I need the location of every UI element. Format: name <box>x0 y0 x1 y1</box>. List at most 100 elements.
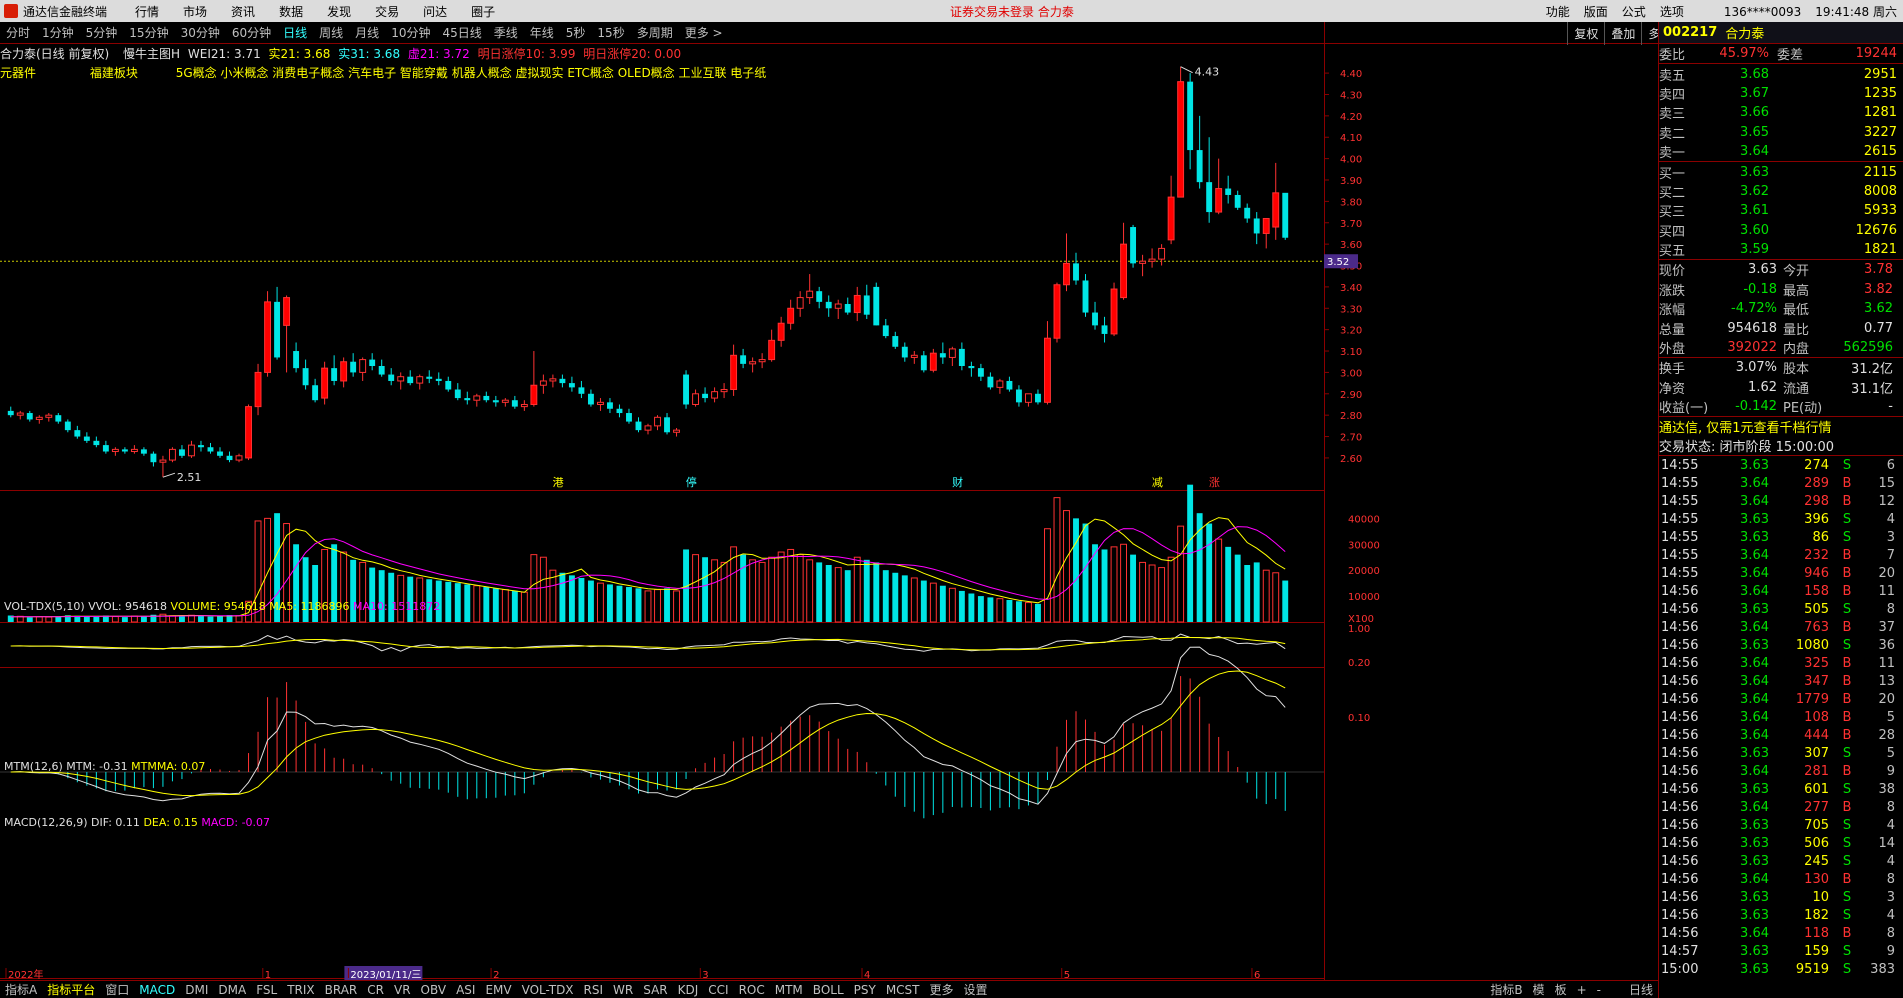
weibi-label: 委比 <box>1659 48 1686 64</box>
indicator-tab-21[interactable]: MTM <box>770 983 808 997</box>
volume-bar <box>1006 599 1013 622</box>
macd-name[interactable]: MACD(12,26,9) <box>4 816 88 829</box>
indicator-tab-2[interactable]: 窗口 <box>100 981 134 998</box>
indicator-tab-1[interactable]: 指标平台 <box>42 981 100 998</box>
candle-body <box>587 393 594 405</box>
tick-direction: S <box>1842 853 1852 869</box>
bid-row-0[interactable]: 买一 3.63 2115 <box>1659 162 1903 182</box>
indicator-tab-26[interactable]: 设置 <box>959 981 993 998</box>
mtm-name[interactable]: MTM(12,6) <box>4 760 63 773</box>
bottom-right-1[interactable]: 模 <box>1528 981 1550 998</box>
ask-row-1[interactable]: 卖四 3.67 1235 <box>1659 84 1903 103</box>
candle-body <box>596 401 604 405</box>
candle-body <box>16 412 24 416</box>
macd-title: MACD(12,26,9) DIF: 0.11 DEA: 0.15 MACD: … <box>4 816 270 829</box>
menu-item-7[interactable]: 圈子 <box>471 5 495 19</box>
login-notice[interactable]: 证券交易未登录 合力泰 <box>950 3 1074 20</box>
stat-label: PE(动) <box>1783 401 1823 417</box>
indicator-tab-16[interactable]: WR <box>608 983 638 997</box>
menu-item-3[interactable]: 数据 <box>279 5 303 19</box>
candle-body <box>654 416 661 427</box>
high-mark-arrow <box>1180 66 1193 74</box>
volume-bar <box>1282 580 1289 622</box>
indicator-tab-5[interactable]: DMA <box>213 983 251 997</box>
tick-volume: 281 <box>1804 763 1829 779</box>
volume-bar <box>198 616 204 622</box>
volume-bar <box>312 565 319 622</box>
bid-row-2[interactable]: 买三 3.61 5933 <box>1659 201 1903 220</box>
indicator-tab-11[interactable]: OBV <box>416 983 452 997</box>
tick-time: 14:56 <box>1661 817 1699 833</box>
candle-body <box>245 406 252 459</box>
stat-label: 总量 <box>1659 322 1686 338</box>
bid-row-3[interactable]: 买四 3.60 12676 <box>1659 221 1903 240</box>
volume-bar <box>873 562 880 622</box>
volume-bar <box>1082 523 1089 622</box>
ask-row-0[interactable]: 卖五 3.68 2951 <box>1659 64 1903 84</box>
menu-item-2[interactable]: 资讯 <box>231 5 255 19</box>
ask-row-4[interactable]: 卖一 3.64 2615 <box>1659 142 1903 161</box>
volume-bar <box>1120 543 1128 623</box>
indicator-tab-9[interactable]: CR <box>362 983 389 997</box>
indicator-tab-0[interactable]: 指标A <box>0 981 42 998</box>
indicator-tab-20[interactable]: ROC <box>734 983 770 997</box>
ad-banner[interactable]: 通达信, 仅需1元查看千档行情 <box>1659 416 1903 436</box>
indicator-tab-17[interactable]: SAR <box>638 983 672 997</box>
title-right-item-0[interactable]: 功能 <box>1546 5 1570 19</box>
menu-item-5[interactable]: 交易 <box>375 5 399 19</box>
volume-bar <box>920 580 927 622</box>
indicator-tab-25[interactable]: 更多 <box>925 981 959 998</box>
indicator-tab-24[interactable]: MCST <box>881 983 925 997</box>
indicator-tab-22[interactable]: BOLL <box>808 983 849 997</box>
menu-item-6[interactable]: 问达 <box>423 5 447 19</box>
vol-name[interactable]: VOL-TDX(5,10) <box>4 600 85 613</box>
tick-direction: B <box>1842 565 1852 581</box>
candle-body <box>948 348 956 358</box>
tick-price: 3.63 <box>1740 835 1769 851</box>
dif-value: DIF: 0.11 <box>91 816 140 829</box>
cycle-label[interactable]: 日线 <box>1624 981 1658 998</box>
bottom-right-0[interactable]: 指标B <box>1485 981 1527 998</box>
indicator-tab-12[interactable]: ASI <box>451 983 480 997</box>
ask-row-2[interactable]: 卖三 3.66 1281 <box>1659 103 1903 122</box>
tick-count: 12 <box>1878 493 1895 509</box>
indicator-tab-13[interactable]: EMV <box>480 983 516 997</box>
candle-body <box>130 448 138 453</box>
menu-item-0[interactable]: 行情 <box>135 5 159 19</box>
indicator-tab-10[interactable]: VR <box>389 983 416 997</box>
bid-row-4[interactable]: 买五 3.59 1821 <box>1659 240 1903 259</box>
tick-time: 14:56 <box>1661 871 1699 887</box>
ask-row-3[interactable]: 卖二 3.65 3227 <box>1659 123 1903 142</box>
indicator-tab-6[interactable]: FSL <box>251 983 282 997</box>
indicator-tab-8[interactable]: BRAR <box>320 983 363 997</box>
indicator-tab-23[interactable]: PSY <box>849 983 881 997</box>
candle-body <box>787 307 795 324</box>
tick-direction: B <box>1842 583 1852 599</box>
indicator-tab-19[interactable]: CCI <box>703 983 733 997</box>
candle-body <box>1196 150 1203 183</box>
macd-tick-label: 0.10 <box>1348 713 1370 724</box>
tick-time: 14:56 <box>1661 709 1699 725</box>
candle-body <box>720 389 728 393</box>
indicator-tab-18[interactable]: KDJ <box>673 983 704 997</box>
indicator-tab-3[interactable]: MACD <box>134 983 180 997</box>
tick-direction: B <box>1842 655 1852 671</box>
indicator-tab-4[interactable]: DMI <box>180 983 213 997</box>
bottom-right-3[interactable]: + <box>1572 983 1592 997</box>
menu-item-1[interactable]: 市场 <box>183 5 207 19</box>
bid-row-1[interactable]: 买二 3.62 8008 <box>1659 182 1903 201</box>
indicator-tab-14[interactable]: VOL-TDX <box>517 983 579 997</box>
title-right-item-2[interactable]: 公式 <box>1622 5 1646 19</box>
bottom-right-4[interactable]: - <box>1592 983 1606 997</box>
indicator-tab-15[interactable]: RSI <box>579 983 609 997</box>
chart-area[interactable]: 4.404.304.204.104.003.903.803.703.603.50… <box>0 22 1658 980</box>
menu-item-4[interactable]: 发现 <box>327 5 351 19</box>
indicator-tab-7[interactable]: TRIX <box>282 983 319 997</box>
title-right-item-1[interactable]: 版面 <box>1584 5 1608 19</box>
title-right-item-3[interactable]: 选项 <box>1660 5 1684 19</box>
bottom-right-2[interactable]: 板 <box>1550 981 1572 998</box>
event-marker: 涨 <box>1209 476 1220 489</box>
tick-list[interactable]: 14:55 3.63 274 S 6 14:55 3.64 289 B 15 14:55 3.64 29… <box>1659 455 1903 978</box>
tick-direction: B <box>1842 799 1852 815</box>
candle-body <box>692 393 700 405</box>
